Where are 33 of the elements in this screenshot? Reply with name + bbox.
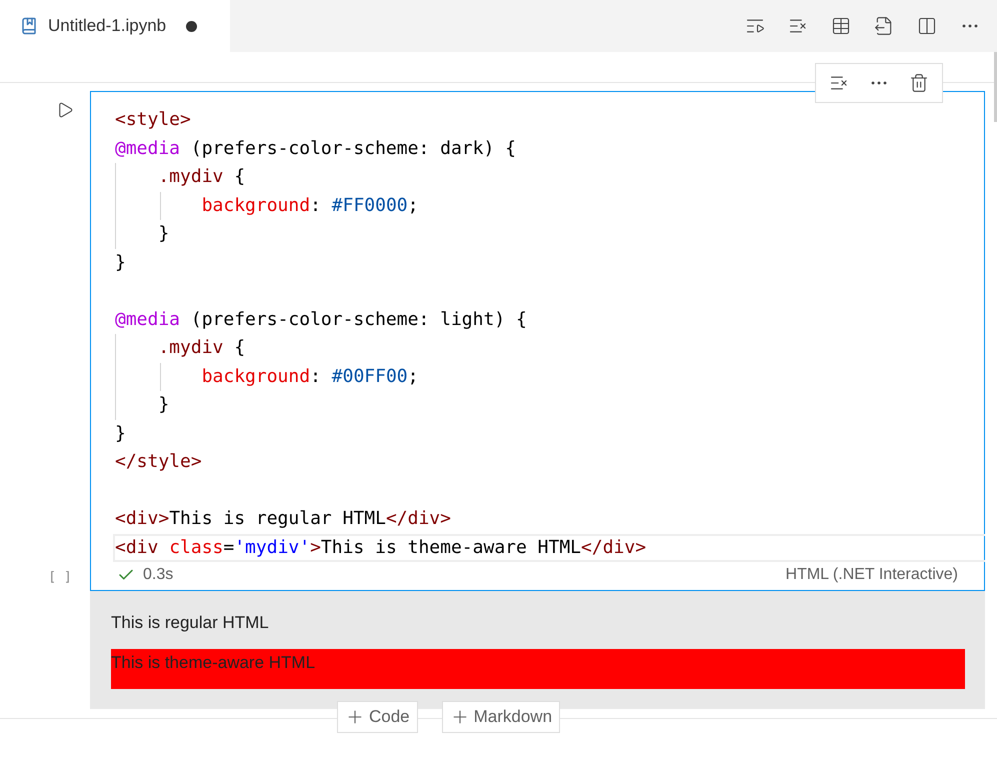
code-cell[interactable]	[90, 91, 985, 591]
export-icon	[874, 16, 894, 36]
tab-title: Untitled-1.ipynb	[48, 16, 166, 36]
table-icon	[831, 16, 851, 36]
code-line: @media (prefers-color-scheme: dark) {	[115, 138, 516, 158]
code-line: }	[157, 223, 170, 244]
code-line: <div class='mydiv'>This is theme-aware HTML</div>	[115, 536, 646, 558]
code-line: <style>	[115, 109, 191, 130]
code-line: .mydiv {	[157, 337, 246, 358]
code-line: background: #FF0000;	[200, 194, 418, 216]
more-icon	[871, 81, 887, 85]
run-cell-button[interactable]	[56, 101, 74, 119]
output-text: This is regular HTML	[111, 613, 270, 633]
notebook-icon	[20, 17, 38, 35]
code-line: }	[157, 394, 170, 415]
code-line: }	[115, 252, 126, 272]
execution-count: [ ]	[48, 570, 72, 585]
code-line: </style>	[115, 451, 202, 472]
delete-icon	[909, 73, 929, 93]
add-cell-button[interactable]: Code	[336, 701, 418, 733]
code-line: @media (prefers-color-scheme: light) {	[115, 308, 527, 330]
more-icon	[962, 24, 978, 28]
run-icon	[56, 101, 74, 119]
output-block: This is theme-aware HTML	[111, 649, 965, 689]
code-line: }	[115, 422, 126, 444]
add-cell-button[interactable]: Markdown	[442, 701, 560, 733]
editor-tab[interactable]: Untitled-1.ipynb	[0, 0, 230, 52]
code-line: .mydiv {	[157, 166, 246, 187]
execution-time: 0.3s	[143, 566, 174, 584]
cell-language[interactable]: HTML (.NET Interactive)	[786, 566, 958, 584]
split-editor-icon	[917, 16, 937, 36]
code-line: <div>This is regular HTML</div>	[115, 508, 451, 529]
code-line: background: #00FF00;	[200, 366, 418, 386]
